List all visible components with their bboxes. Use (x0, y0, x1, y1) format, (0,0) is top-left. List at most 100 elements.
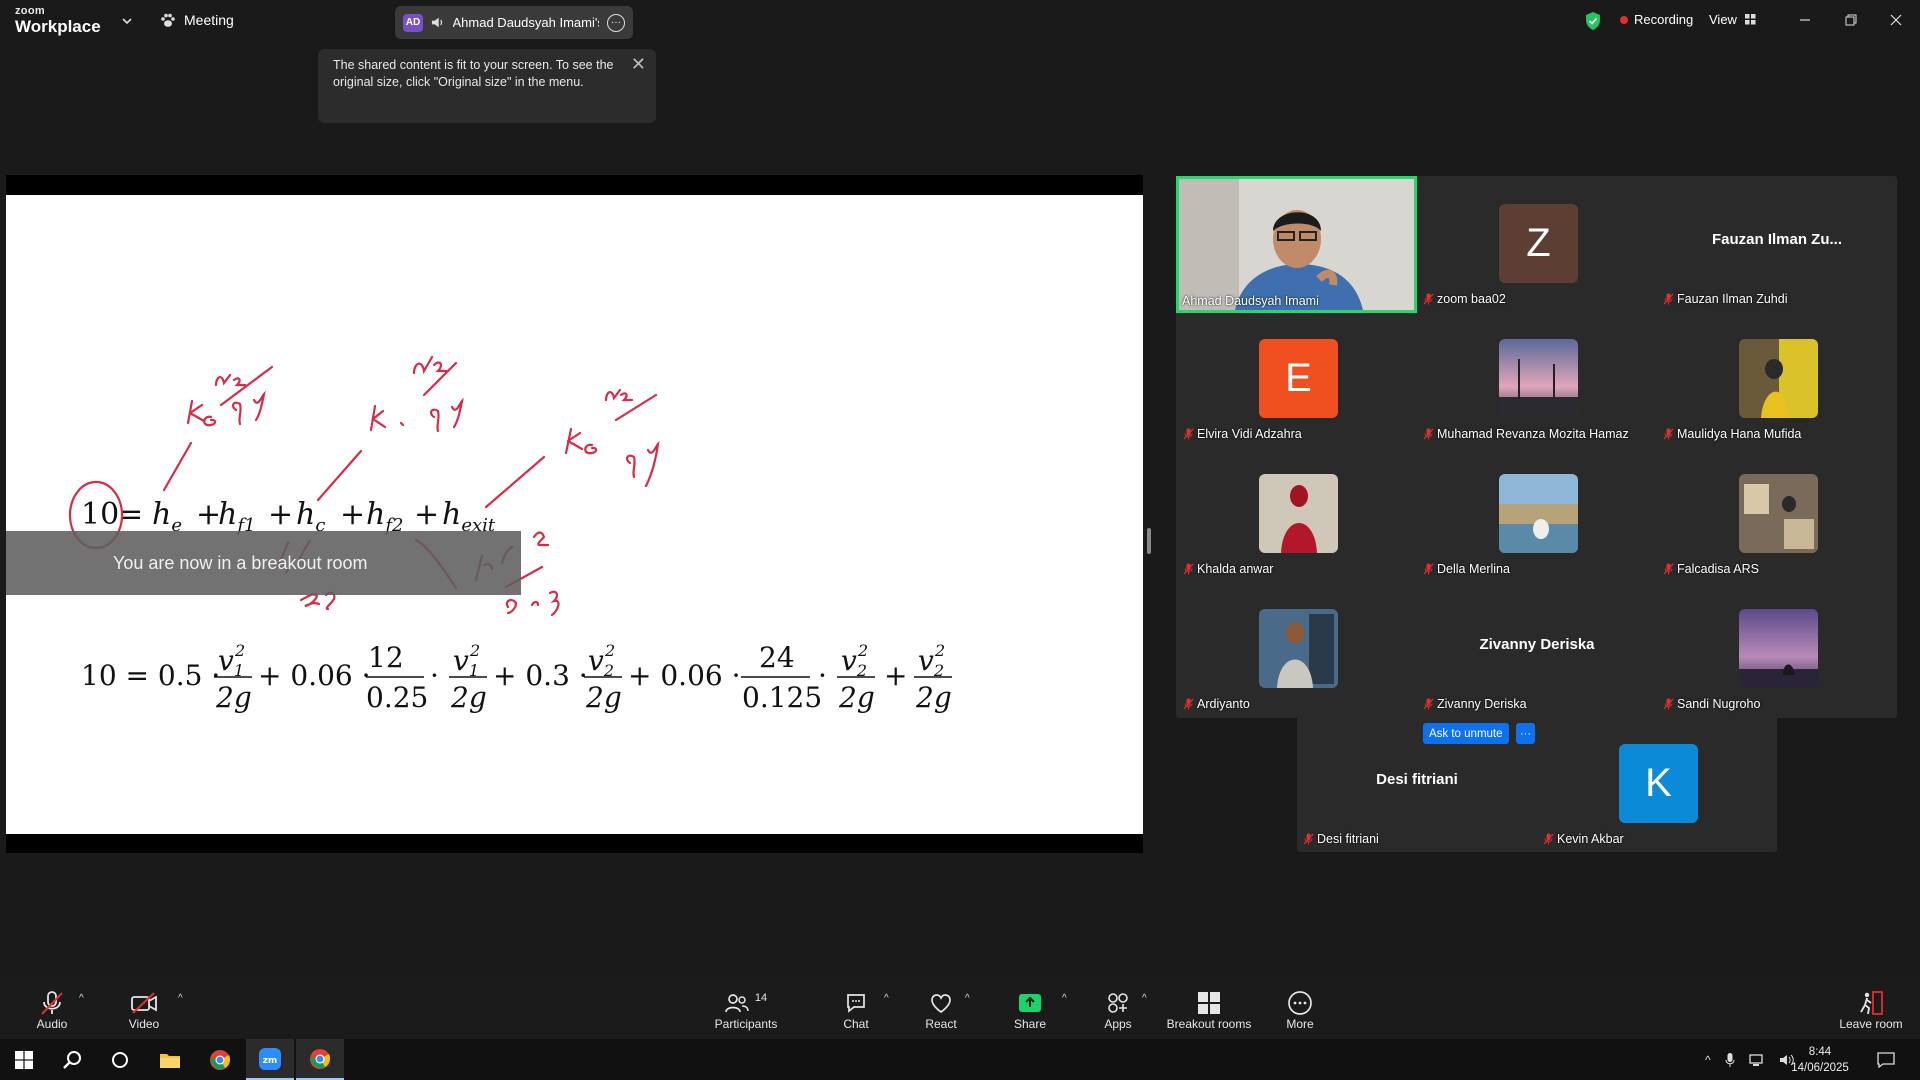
apps-button[interactable]: Apps (1100, 981, 1136, 1039)
participant-photo (1739, 474, 1818, 553)
leave-room-button[interactable]: Leave room (1836, 981, 1906, 1039)
audio-caret-icon[interactable]: ^ (79, 993, 84, 1004)
participant-tile[interactable]: Sandi Nugroho (1657, 581, 1897, 716)
participant-name: Ardiyanto (1197, 697, 1250, 711)
participant-name-tag: Zivanny Deriska (1423, 697, 1527, 711)
participant-name: zoom baa02 (1437, 292, 1506, 306)
participant-tile[interactable]: K Kevin Akbar (1537, 716, 1777, 851)
chat-button[interactable]: Chat (836, 981, 876, 1039)
svg-text:24: 24 (759, 641, 795, 674)
participant-tile[interactable]: Zivanny Deriska Zivanny Deriska (1417, 581, 1657, 716)
participant-photo (1259, 609, 1338, 688)
participant-tile[interactable]: Ardiyanto (1177, 581, 1417, 716)
title-bar: zoom Workplace Meeting AD Ahmad Daudsyah… (0, 0, 1920, 44)
react-caret-icon[interactable]: ^ (965, 993, 970, 1004)
svg-text:10: 10 (81, 497, 119, 532)
participant-name: Ahmad Daudsyah Imami (1182, 294, 1319, 308)
view-label: View (1709, 12, 1737, 27)
recording-indicator[interactable]: Recording (1620, 12, 1693, 27)
taskbar-file-explorer[interactable] (146, 1039, 194, 1080)
apps-caret-icon[interactable]: ^ (1142, 993, 1147, 1004)
participant-name: Della Merlina (1437, 562, 1510, 576)
breakout-rooms-button[interactable]: Breakout rooms (1162, 981, 1256, 1039)
shield-check-icon[interactable] (1584, 11, 1602, 31)
brand-small: zoom (15, 5, 45, 17)
network-icon[interactable] (1748, 1053, 1765, 1067)
restore-icon[interactable] (1836, 8, 1866, 32)
participant-tile[interactable]: Della Merlina (1417, 446, 1657, 581)
participants-icon (725, 994, 749, 1013)
mic-muted-icon (1663, 563, 1674, 575)
start-button[interactable] (0, 1039, 48, 1080)
svg-text:+ 0.06 ·: + 0.06 · (628, 659, 741, 692)
participant-avatar: E (1259, 339, 1338, 418)
paw-icon (161, 13, 175, 27)
svg-text:v22: v22 (588, 641, 615, 680)
participant-photo (1499, 474, 1578, 553)
chevron-down-icon[interactable] (120, 14, 134, 28)
system-tray: ^ (1705, 1039, 1795, 1080)
svg-text:+: + (340, 497, 365, 532)
participant-name: Desi fitriani (1317, 832, 1379, 846)
participant-tile[interactable]: Maulidya Hana Mufida (1657, 311, 1897, 446)
participant-video (1179, 179, 1414, 310)
shared-content-slide[interactable]: 10 = he + hf1 + hc + hf2 + hexit 10 = 0.… (6, 195, 1143, 834)
close-icon[interactable]: ✕ (631, 55, 646, 73)
video-button[interactable]: Video (122, 981, 166, 1039)
audio-button[interactable]: Audio (30, 981, 74, 1039)
react-button[interactable]: React (920, 981, 962, 1039)
svg-text:2g: 2g (838, 681, 875, 714)
share-caret-icon[interactable]: ^ (1062, 993, 1067, 1004)
taskbar-zoom[interactable]: zm (246, 1039, 294, 1080)
participant-tile[interactable]: Fauzan Ilman Zu... Fauzan Ilman Zuhdi (1657, 176, 1897, 311)
participant-tile[interactable]: Khalda anwar (1177, 446, 1417, 581)
notification-center-button[interactable] (1862, 1039, 1910, 1080)
microphone-icon[interactable] (1725, 1052, 1735, 1068)
taskbar-chrome[interactable] (196, 1039, 244, 1080)
chevron-up-icon[interactable]: ^ (1705, 1053, 1711, 1067)
participant-name: Sandi Nugroho (1677, 697, 1761, 711)
speaker-initials-badge: AD (403, 13, 423, 32)
view-button[interactable]: View (1709, 12, 1756, 27)
participant-tile[interactable]: Muhamad Revanza Mozita Hamaz (1417, 311, 1657, 446)
svg-text:0.25: 0.25 (366, 681, 428, 714)
mic-muted-icon (1663, 293, 1674, 305)
participant-tile[interactable]: Z zoom baa02 (1417, 176, 1657, 311)
breakout-room-notification: You are now in a breakout room (6, 531, 521, 595)
equation-2: 10 = 0.5 · v12 2g + 0.06 · 12 0.25 · v12… (81, 641, 952, 714)
panel-resize-handle[interactable] (1147, 528, 1151, 554)
participant-name-tag: Della Merlina (1423, 562, 1510, 576)
chat-label: Chat (843, 1017, 869, 1031)
search-button[interactable] (48, 1039, 96, 1080)
zoom-logo[interactable]: zoom Workplace (15, 5, 101, 36)
participant-display-name: Desi fitriani (1376, 771, 1458, 788)
mic-muted-icon (1183, 428, 1194, 440)
share-button[interactable]: Share (1010, 981, 1050, 1039)
participants-button[interactable]: 14 Participants (710, 981, 782, 1039)
screen-share-speaker-pill[interactable]: AD Ahmad Daudsyah Imami's de ··· (395, 6, 633, 39)
taskbar-chrome-2[interactable] (296, 1039, 344, 1080)
participant-tile-active-speaker[interactable]: Ahmad Daudsyah Imami (1176, 176, 1417, 313)
minimize-icon[interactable] (1790, 8, 1820, 32)
more-button[interactable]: More (1282, 981, 1318, 1039)
task-view-button[interactable] (96, 1039, 144, 1080)
participant-tile[interactable]: Falcadisa ARS (1657, 446, 1897, 581)
meeting-menu-button[interactable]: Meeting (160, 12, 234, 28)
participant-tile[interactable]: Desi fitriani Desi fitriani (1297, 716, 1537, 851)
svg-text:v22: v22 (841, 641, 868, 680)
notification-icon (1877, 1051, 1895, 1068)
participants-label: Participants (714, 1017, 778, 1031)
close-window-icon[interactable] (1881, 8, 1911, 32)
mic-muted-icon (41, 991, 63, 1015)
participant-photo (1499, 339, 1578, 418)
participant-tile[interactable]: E Elvira Vidi Adzahra (1177, 311, 1417, 446)
more-options-icon[interactable]: ··· (607, 13, 625, 32)
taskbar-clock[interactable]: 8:44 14/06/2025 (1785, 1044, 1855, 1076)
zoom-app-icon: zm (259, 1047, 281, 1070)
video-caret-icon[interactable]: ^ (178, 993, 183, 1004)
participant-name-tag: zoom baa02 (1423, 292, 1506, 306)
chat-caret-icon[interactable]: ^ (884, 993, 889, 1004)
search-icon (63, 1050, 81, 1069)
participant-name-tag: Ardiyanto (1183, 697, 1250, 711)
video-off-icon (131, 992, 157, 1014)
